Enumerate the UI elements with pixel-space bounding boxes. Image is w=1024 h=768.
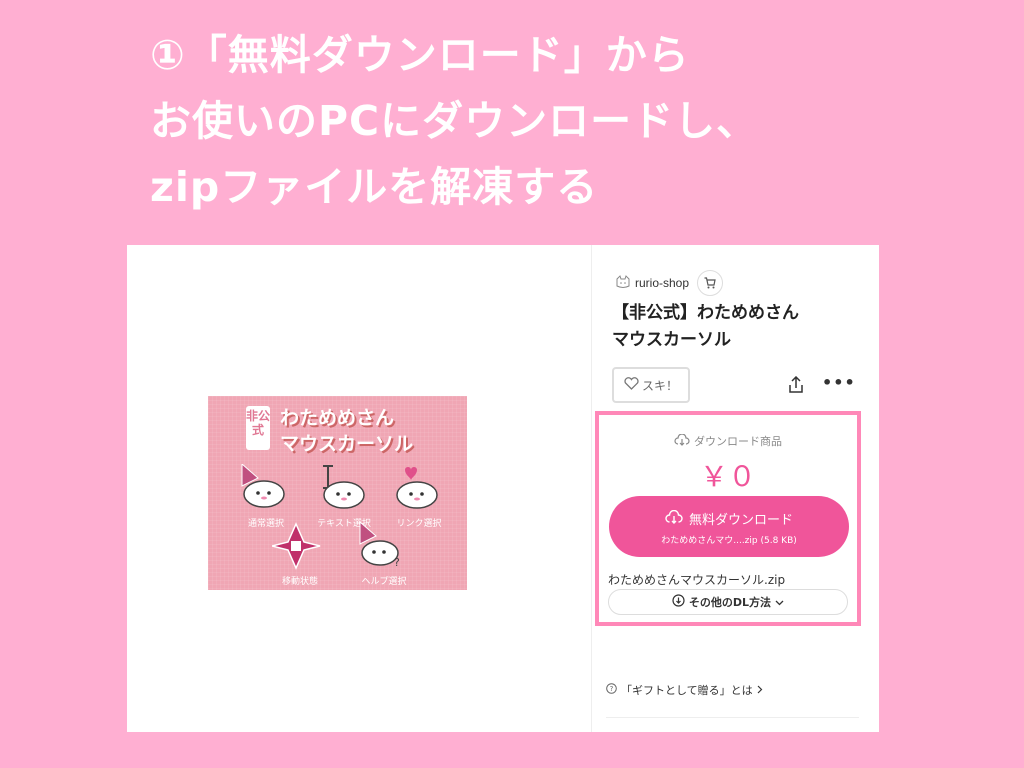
download-type-label: ダウンロード商品 xyxy=(694,435,782,448)
like-button[interactable]: スキ！ xyxy=(612,367,690,403)
download-box: ダウンロード商品 ￥０ 無料ダウンロード わためめさんマウ....zip (5.… xyxy=(595,411,861,626)
other-methods-label: その他のDL方法 xyxy=(688,596,772,609)
cart-icon[interactable] xyxy=(697,270,724,296)
cursor-label: ヘルプ選択 xyxy=(361,577,407,587)
instruction-line-3: zipファイルを解凍する xyxy=(150,163,599,211)
chevron-down-icon xyxy=(775,596,784,609)
instruction-text: ①「無料ダウンロード」から お使いのPCにダウンロードし、 zipファイルを解凍… xyxy=(150,22,1010,220)
svg-text:?: ? xyxy=(610,685,614,693)
share-icon[interactable] xyxy=(788,375,804,398)
shop-info: rurio-shop xyxy=(615,270,724,296)
download-type: ダウンロード商品 xyxy=(599,432,857,449)
like-label: スキ！ xyxy=(641,378,678,393)
free-download-button[interactable]: 無料ダウンロード わためめさんマウ....zip (5.8 KB) xyxy=(609,496,849,557)
other-download-methods-button[interactable]: その他のDL方法 xyxy=(608,589,848,615)
cursor-normal: 通常選択 xyxy=(238,462,294,529)
image-title-line-2: マウスカーソル xyxy=(280,433,414,455)
product-title: 【非公式】わためめさん マウスカーソル xyxy=(612,300,862,354)
download-circle-icon xyxy=(672,594,685,610)
cursor-help: ? ヘルプ選択 xyxy=(356,520,412,587)
cursor-label: 移動状態 xyxy=(281,577,318,587)
cloud-download-icon xyxy=(665,509,683,528)
image-pane: 非公式 わためめさん マウスカーソル 通常選択 テキスト選択 リンク選択 移動状… xyxy=(127,245,591,732)
product-title-line-2: マウスカーソル xyxy=(612,330,731,350)
divider xyxy=(606,717,859,718)
svg-text:?: ? xyxy=(394,556,400,569)
download-button-label: 無料ダウンロード xyxy=(688,513,793,528)
cursor-link: リンク選択 xyxy=(391,464,447,529)
shop-avatar-icon[interactable] xyxy=(615,274,631,292)
file-name: わためめさんマウスカーソル.zip xyxy=(608,573,786,587)
help-icon: ? xyxy=(606,683,617,697)
product-title-line-1: 【非公式】わためめさん xyxy=(612,303,799,323)
gift-info-link[interactable]: ? 「ギフトとして贈る」とは xyxy=(606,682,763,698)
image-title-line-1: わためめさん xyxy=(280,407,395,429)
price: ￥０ xyxy=(699,461,756,492)
cursor-move: 移動状態 xyxy=(271,522,328,587)
download-button-label-row: 無料ダウンロード xyxy=(609,509,849,528)
shop-name-link[interactable]: rurio-shop xyxy=(635,276,689,290)
more-options-icon[interactable]: ••• xyxy=(822,373,856,392)
instruction-line-1: ①「無料ダウンロード」から xyxy=(150,31,690,79)
cloud-download-icon xyxy=(674,432,690,449)
cursor-text: テキスト選択 xyxy=(316,464,372,529)
heart-icon xyxy=(624,377,639,393)
screenshot-panel: 非公式 わためめさん マウスカーソル 通常選択 テキスト選択 リンク選択 移動状… xyxy=(127,245,879,732)
product-panel: rurio-shop 【非公式】わためめさん マウスカーソル スキ！ ••• ダ… xyxy=(592,245,879,732)
gift-label: 「ギフトとして贈る」とは xyxy=(621,684,753,697)
instruction-line-2: お使いのPCにダウンロードし、 xyxy=(150,97,759,145)
image-badge: 非公式 xyxy=(246,406,270,450)
download-file-info: わためめさんマウ....zip (5.8 KB) xyxy=(661,536,797,546)
product-image[interactable]: 非公式 わためめさん マウスカーソル 通常選択 テキスト選択 リンク選択 移動状… xyxy=(208,396,467,590)
chevron-right-icon xyxy=(757,684,763,697)
